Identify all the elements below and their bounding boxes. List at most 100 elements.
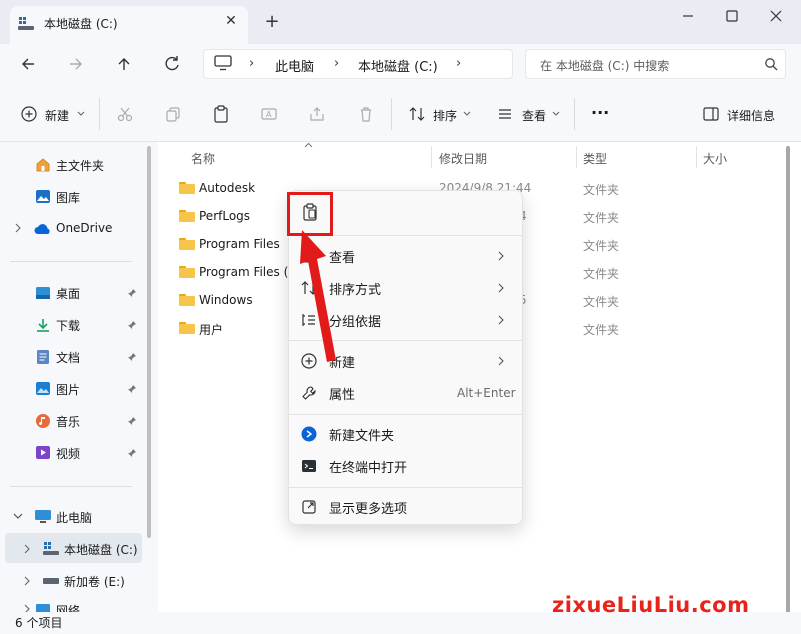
column-divider[interactable] [431, 146, 432, 168]
refresh-icon[interactable] [160, 52, 184, 76]
file-type: 文件夹 [583, 239, 620, 253]
chevron-down-icon[interactable] [13, 512, 23, 520]
download-icon [37, 319, 49, 332]
file-name[interactable]: 用户 [199, 321, 223, 338]
cut-icon[interactable] [117, 106, 133, 122]
file-type: 文件夹 [583, 183, 620, 197]
file-name[interactable]: Program Files [199, 237, 280, 251]
file-type: 文件夹 [583, 267, 620, 281]
nav-item-downloads[interactable]: 下载 [56, 317, 80, 334]
column-header-size[interactable]: 大小 [703, 150, 727, 167]
pin-icon [128, 385, 136, 393]
share-icon[interactable] [309, 106, 325, 122]
pin-icon [128, 321, 136, 329]
folder-icon [179, 182, 195, 194]
file-name[interactable]: Program Files ( [199, 265, 288, 279]
column-divider[interactable] [696, 146, 697, 168]
new-tab-button[interactable]: + [262, 12, 282, 32]
desktop-icon [36, 287, 50, 299]
close-tab-icon[interactable]: ✕ [222, 12, 240, 30]
watermark-brand: zixueLiuLiu.com [552, 593, 750, 617]
nav-item-onedrive[interactable]: OneDrive [56, 221, 112, 235]
network-icon [36, 604, 50, 612]
chevron-right-icon [498, 315, 504, 325]
details-button[interactable]: 详细信息 [727, 107, 775, 124]
file-list-scrollbar[interactable] [786, 146, 790, 624]
back-icon[interactable] [16, 52, 40, 76]
view-button[interactable]: 查看 [522, 107, 546, 124]
file-name[interactable]: Autodesk [199, 181, 255, 195]
chevron-right-icon[interactable] [23, 544, 31, 554]
new-button[interactable]: 新建 [45, 107, 69, 124]
folder-icon [179, 210, 195, 222]
minimize-icon[interactable] [678, 6, 698, 26]
chevron-right-icon[interactable] [23, 576, 31, 586]
breadcrumb-separator[interactable]: › [334, 56, 339, 71]
file-name[interactable]: Windows [199, 293, 253, 307]
open-external-icon [302, 500, 316, 514]
nav-item-desktop[interactable]: 桌面 [56, 285, 80, 302]
breadcrumb-separator[interactable]: › [249, 56, 254, 71]
nav-item-videos[interactable]: 视频 [56, 445, 80, 462]
details-pane-icon[interactable] [703, 107, 719, 121]
copy-icon[interactable] [165, 106, 181, 122]
column-divider[interactable] [576, 146, 577, 168]
nav-item-music[interactable]: 音乐 [56, 413, 80, 430]
home-icon [36, 158, 50, 172]
computer-icon [214, 55, 232, 71]
nav-item-this-pc[interactable]: 此电脑 [56, 509, 92, 526]
folder-icon [179, 238, 195, 250]
drive-icon [18, 17, 34, 30]
column-header-name[interactable]: 名称 [191, 150, 215, 167]
nav-item-network[interactable]: 网络 [56, 602, 80, 612]
column-header-type[interactable]: 类型 [583, 150, 607, 167]
sort-button[interactable]: 排序 [433, 107, 457, 124]
chevron-right-icon[interactable] [14, 223, 22, 233]
forward-icon[interactable] [64, 52, 88, 76]
nav-item-pictures[interactable]: 图片 [56, 381, 80, 398]
toolbar-divider [391, 98, 392, 130]
nav-item-drive-e[interactable]: 新加卷 (E:) [64, 573, 125, 590]
paste-icon[interactable] [213, 105, 229, 123]
nav-item-documents[interactable]: 文档 [56, 349, 80, 366]
sort-icon[interactable] [409, 106, 425, 122]
new-plus-icon[interactable] [21, 106, 37, 122]
chevron-down-icon [463, 111, 471, 116]
nav-item-drive-c[interactable]: 本地磁盘 (C:) [64, 541, 138, 558]
gallery-icon [36, 190, 50, 203]
column-header-date[interactable]: 修改日期 [439, 150, 487, 167]
nav-scrollbar[interactable] [147, 146, 151, 538]
window-close-icon[interactable] [766, 6, 786, 26]
maximize-icon[interactable] [722, 6, 742, 26]
svg-text:A: A [266, 110, 272, 119]
delete-icon[interactable] [358, 106, 374, 122]
file-type: 文件夹 [583, 323, 620, 337]
music-icon [36, 414, 50, 428]
chevron-right-icon [498, 251, 504, 261]
menu-item-new-folder[interactable]: 新建文件夹 [329, 425, 394, 444]
rename-icon[interactable]: A [261, 106, 277, 122]
nav-item-gallery[interactable]: 图库 [56, 189, 80, 206]
chevron-down-icon [77, 111, 85, 116]
breadcrumb-separator[interactable]: › [456, 56, 461, 71]
search-icon[interactable] [764, 57, 778, 71]
file-name[interactable]: PerfLogs [199, 209, 250, 223]
menu-divider [289, 487, 522, 488]
nav-item-home[interactable]: 主文件夹 [56, 157, 104, 174]
pin-icon [128, 353, 136, 361]
wrench-icon [302, 386, 316, 400]
new-folder-icon [301, 426, 317, 442]
view-icon[interactable] [497, 106, 513, 122]
breadcrumb-drive-c[interactable]: 本地磁盘 (C:) [358, 56, 438, 75]
search-input[interactable]: 在 本地磁盘 (C:) 中搜索 [540, 57, 669, 74]
menu-item-more-options[interactable]: 显示更多选项 [329, 498, 407, 517]
menu-item-properties[interactable]: 属性 [329, 384, 355, 403]
terminal-icon [302, 460, 316, 472]
breadcrumb-this-pc[interactable]: 此电脑 [275, 56, 314, 75]
more-options-button[interactable]: ··· [591, 103, 609, 122]
up-icon[interactable] [112, 52, 136, 76]
menu-item-open-terminal[interactable]: 在终端中打开 [329, 457, 407, 476]
folder-icon [179, 294, 195, 306]
chevron-right-icon[interactable] [23, 604, 31, 612]
file-type: 文件夹 [583, 211, 620, 225]
